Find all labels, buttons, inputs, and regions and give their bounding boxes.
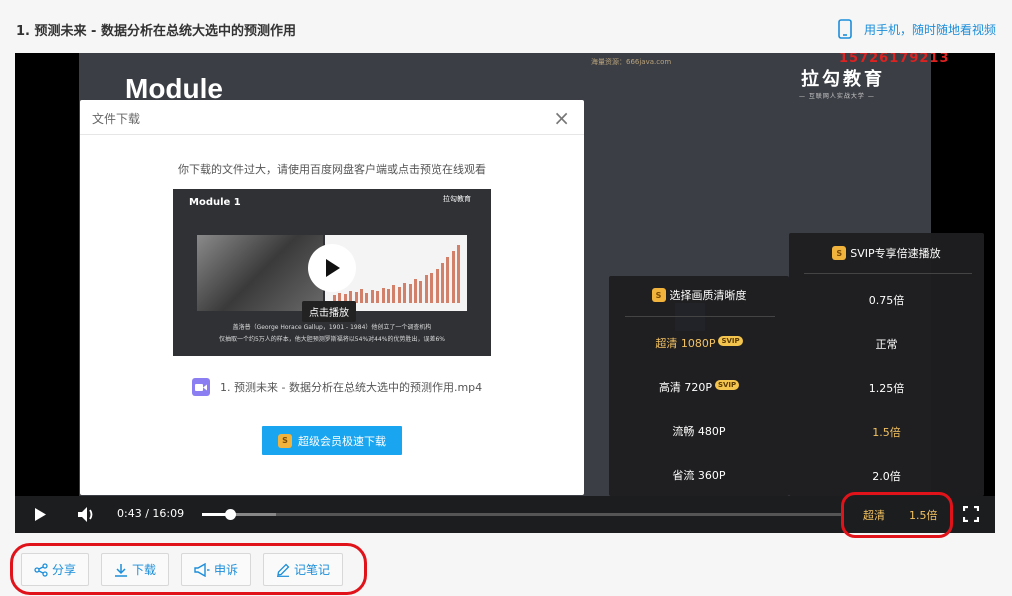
speed-option-normal[interactable]: 正常	[789, 336, 984, 352]
mobile-watch-link[interactable]: 用手机，随时随地看视频	[838, 19, 996, 39]
download-icon	[115, 563, 128, 577]
thumb-chart-bar	[430, 273, 434, 303]
thumb-caption: 仅抽取一个约5万人的样本，他大胆预测罗斯福将以54%对44%的优势胜出，误差6%	[218, 336, 445, 343]
brand-logo: 拉勾教育	[801, 69, 885, 90]
video-preview-thumbnail[interactable]: Module 1 拉勾教育 盖洛普（George Horace Gallup，1…	[173, 189, 491, 356]
thumb-chart-bar	[370, 290, 374, 303]
header: 1. 预测未来 - 数据分析在总统大选中的预测作用 用手机，随时随地看视频	[0, 0, 1012, 54]
play-preview-button[interactable]	[308, 244, 356, 292]
quality-option-label: 流畅 480P	[672, 425, 726, 438]
report-button[interactable]: 申诉	[181, 553, 252, 586]
file-download-modal: 文件下载 × 你下载的文件过大，请使用百度网盘客户端或点击预览在线观看 Modu…	[80, 100, 584, 495]
progress-bar[interactable]	[202, 509, 842, 520]
page: 1. 预测未来 - 数据分析在总统大选中的预测作用 用手机，随时随地看视频 Mo…	[0, 0, 1012, 596]
thumb-chart-bar	[408, 284, 412, 303]
brand-subtitle: — 互联网人实战大学 —	[799, 93, 875, 100]
time-separator: /	[145, 507, 149, 520]
modal-header: 文件下载 ×	[80, 100, 584, 135]
svip-coin-icon: S	[278, 433, 292, 448]
svip-badge: SVIP	[714, 380, 740, 390]
thumb-chart-bar	[392, 285, 396, 303]
quality-option-720p[interactable]: 高清 720P SVIP	[609, 379, 789, 395]
speed-option-1-5[interactable]: 1.5倍	[789, 424, 984, 440]
speed-option-2-0[interactable]: 2.0倍	[789, 468, 984, 484]
thumb-chart-bar	[365, 293, 369, 303]
thumb-chart-bar	[403, 283, 407, 303]
thumb-chart-bar	[441, 263, 444, 303]
file-item: 1. 预测未来 - 数据分析在总统大选中的预测作用.mp4	[192, 378, 482, 396]
thumb-photo	[197, 235, 323, 311]
thumb-chart-bar	[381, 288, 385, 303]
volume-icon[interactable]	[77, 506, 97, 523]
svip-download-label: 超级会员极速下载	[298, 434, 386, 448]
progress-handle[interactable]	[225, 509, 237, 520]
play-icon	[326, 259, 340, 277]
file-name: 1. 预测未来 - 数据分析在总统大选中的预测作用.mp4	[220, 381, 483, 394]
share-button[interactable]: 分享	[21, 553, 90, 586]
thumb-chart-bar	[397, 287, 401, 303]
page-title: 1. 预测未来 - 数据分析在总统大选中的预测作用	[16, 24, 296, 39]
svip-download-button[interactable]: S 超级会员极速下载	[262, 426, 402, 455]
thumb-chart-bar	[387, 289, 390, 303]
video-watermark: 海量资源：666java.com	[591, 58, 672, 66]
thumb-chart-bar	[451, 251, 455, 303]
thumb-chart-bar	[414, 279, 417, 303]
play-tooltip: 点击播放	[302, 301, 356, 322]
quality-menu-title: 选择画质清晰度	[669, 289, 747, 302]
close-icon[interactable]: ×	[553, 106, 570, 130]
quality-option-label: 省流 360P	[672, 469, 726, 482]
download-button[interactable]: 下载	[101, 553, 170, 586]
share-label: 分享	[52, 563, 77, 577]
download-label: 下载	[132, 563, 157, 577]
play-icon[interactable]	[33, 507, 47, 522]
speed-option-0-75[interactable]: 0.75倍	[789, 292, 984, 308]
thumb-title: Module 1	[189, 197, 241, 208]
highlight-quality-speed	[841, 492, 953, 538]
svip-badge: SVIP	[718, 336, 743, 346]
megaphone-icon	[194, 562, 210, 577]
thumb-chart-bar	[435, 269, 439, 303]
speed-menu-title: SVIP专享倍速播放	[850, 247, 941, 260]
video-file-icon	[192, 378, 210, 396]
notes-button[interactable]: 记笔记	[263, 553, 344, 586]
speed-menu-header: S SVIP专享倍速播放	[789, 245, 984, 261]
thumb-chart-bar	[360, 289, 363, 303]
action-bar: 分享 下载 申诉 记笔记	[21, 553, 355, 586]
thumb-chart-bar	[457, 245, 461, 303]
mobile-link-label: 用手机，随时随地看视频	[863, 22, 996, 37]
quality-menu-header: S 选择画质清晰度	[609, 287, 789, 303]
speed-menu: S SVIP专享倍速播放 0.75倍 正常 1.25倍 1.5倍 2.0倍	[789, 233, 984, 496]
svip-coin-icon: S	[832, 246, 847, 260]
thumb-caption: 盖洛普（George Horace Gallup，1901 - 1984）他创立…	[232, 324, 432, 331]
time-display: 0:43 / 16:09	[117, 507, 184, 520]
svip-coin-icon: S	[651, 288, 666, 302]
fullscreen-icon[interactable]	[963, 506, 979, 522]
divider	[625, 316, 775, 317]
quality-option-360p[interactable]: 省流 360P	[609, 467, 789, 483]
thumb-chart-bar	[419, 281, 423, 303]
share-icon	[34, 562, 48, 577]
thumb-chart-bar	[376, 291, 380, 303]
quality-option-label: 超清 1080P	[655, 337, 716, 350]
speed-option-1-25[interactable]: 1.25倍	[789, 380, 984, 396]
thumb-chart-bar	[446, 257, 450, 303]
thumb-brand: 拉勾教育	[443, 195, 471, 203]
modal-title: 文件下载	[92, 112, 141, 126]
quality-option-1080p[interactable]: 超清 1080P SVIP	[609, 335, 789, 351]
divider	[804, 273, 972, 274]
current-time: 0:43	[117, 507, 142, 520]
modal-message: 你下载的文件过大，请使用百度网盘客户端或点击预览在线观看	[178, 163, 486, 176]
report-label: 申诉	[214, 563, 239, 577]
quality-option-480p[interactable]: 流畅 480P	[609, 423, 789, 439]
quality-menu: S 选择画质清晰度 超清 1080P SVIP 高清 720P SVIP 流畅 48…	[609, 276, 789, 496]
quality-option-label: 高清 720P	[658, 381, 712, 394]
pencil-icon	[277, 563, 290, 577]
thumb-chart-bar	[424, 275, 428, 303]
phone-icon	[838, 19, 852, 39]
notes-label: 记笔记	[294, 563, 331, 577]
duration: 16:09	[152, 507, 185, 520]
